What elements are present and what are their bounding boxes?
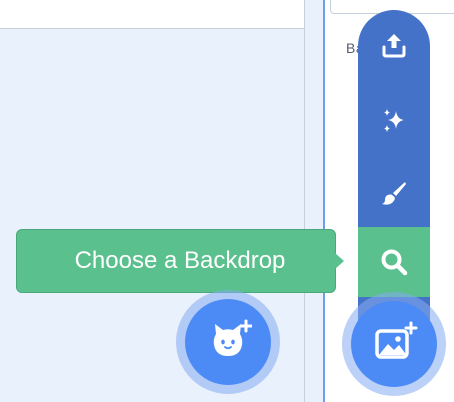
backdrop-menu (358, 10, 430, 340)
search-icon (381, 249, 408, 276)
choose-backdrop-button[interactable] (358, 227, 430, 297)
upload-icon (382, 34, 406, 58)
tooltip-arrow (335, 253, 344, 269)
choose-backdrop-main-button[interactable] (351, 301, 437, 387)
surprise-backdrop-button[interactable] (358, 86, 430, 156)
cat-add-icon (213, 319, 252, 356)
choose-sprite-button[interactable] (185, 299, 271, 385)
pane-gap (305, 0, 323, 402)
paint-backdrop-button[interactable] (358, 158, 430, 228)
stage-header (0, 0, 304, 29)
upload-backdrop-button[interactable] (358, 10, 430, 80)
choose-backdrop-tooltip: Choose a Backdrop (16, 229, 336, 293)
image-add-icon (375, 321, 418, 359)
sparkle-icon (384, 109, 404, 132)
paintbrush-icon (382, 182, 406, 205)
